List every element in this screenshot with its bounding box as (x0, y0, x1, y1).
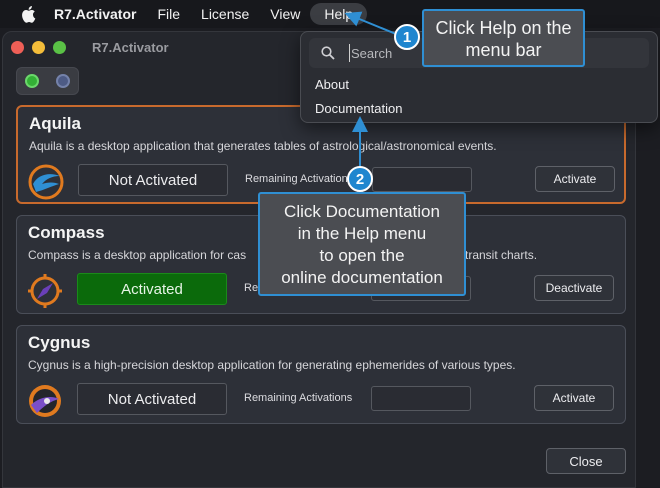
close-window-button[interactable] (11, 40, 24, 54)
menu-help[interactable]: Help (310, 3, 368, 25)
window-title: R7.Activator (92, 39, 169, 55)
activation-status: Activated (77, 273, 227, 305)
activation-status: Not Activated (77, 383, 227, 415)
activation-status: Not Activated (78, 164, 228, 196)
minimize-window-button[interactable] (32, 40, 45, 54)
menu-view[interactable]: View (270, 6, 300, 22)
callout-2: Click Documentation in the Help menu to … (258, 192, 466, 296)
product-name: Cygnus (28, 333, 91, 352)
menu-item-documentation[interactable]: Documentation (315, 101, 402, 116)
remaining-activations-field (371, 386, 471, 411)
remaining-activations-field (372, 167, 472, 192)
menu-app-name[interactable]: R7.Activator (54, 6, 136, 22)
menu-license[interactable]: License (201, 6, 249, 22)
remaining-activations-label: Re (244, 282, 259, 294)
product-description: Compass is a desktop application for cas (28, 248, 247, 262)
product-name: Compass (28, 223, 105, 242)
callout-2-line-3: to open the (319, 246, 405, 265)
callout-1-badge: 1 (394, 24, 420, 50)
callout-1: Click Help on the menu bar (422, 9, 585, 67)
product-description: Cygnus is a high-precision desktop appli… (28, 358, 516, 372)
callout-2-line-4: online documentation (281, 268, 443, 287)
callout-1-line-1: Click Help on the (435, 18, 572, 38)
zoom-window-button[interactable] (53, 40, 66, 54)
view-toggle-green-button[interactable] (25, 74, 40, 88)
menu-file[interactable]: File (157, 6, 180, 22)
callout-2-badge: 2 (347, 166, 373, 192)
compass-logo-icon (28, 274, 62, 308)
product-description-tail: transit charts. (465, 248, 538, 262)
remaining-activations-label: Remaining Activations (245, 173, 354, 185)
remaining-activations-label: Remaining Activations (244, 392, 353, 404)
product-card-cygnus[interactable]: Cygnus Cygnus is a high-precision deskto… (16, 325, 626, 424)
product-description: Aquila is a desktop application that gen… (29, 139, 497, 153)
callout-2-line-2: in the Help menu (297, 224, 427, 243)
activate-button[interactable]: Activate (535, 166, 615, 192)
deactivate-button[interactable]: Deactivate (534, 275, 614, 301)
cygnus-logo-icon (29, 385, 61, 417)
product-name: Aquila (29, 114, 81, 133)
search-icon (321, 46, 335, 60)
aquila-logo-icon (28, 164, 64, 200)
activate-button[interactable]: Activate (534, 385, 614, 411)
view-toggle-group (16, 67, 79, 95)
callout-2-line-1: Click Documentation (284, 202, 440, 221)
view-toggle-blue-button[interactable] (55, 74, 70, 88)
apple-icon[interactable] (20, 5, 36, 23)
callout-1-line-2: menu bar (465, 40, 542, 60)
close-button[interactable]: Close (546, 448, 626, 474)
menu-item-about[interactable]: About (315, 77, 349, 92)
